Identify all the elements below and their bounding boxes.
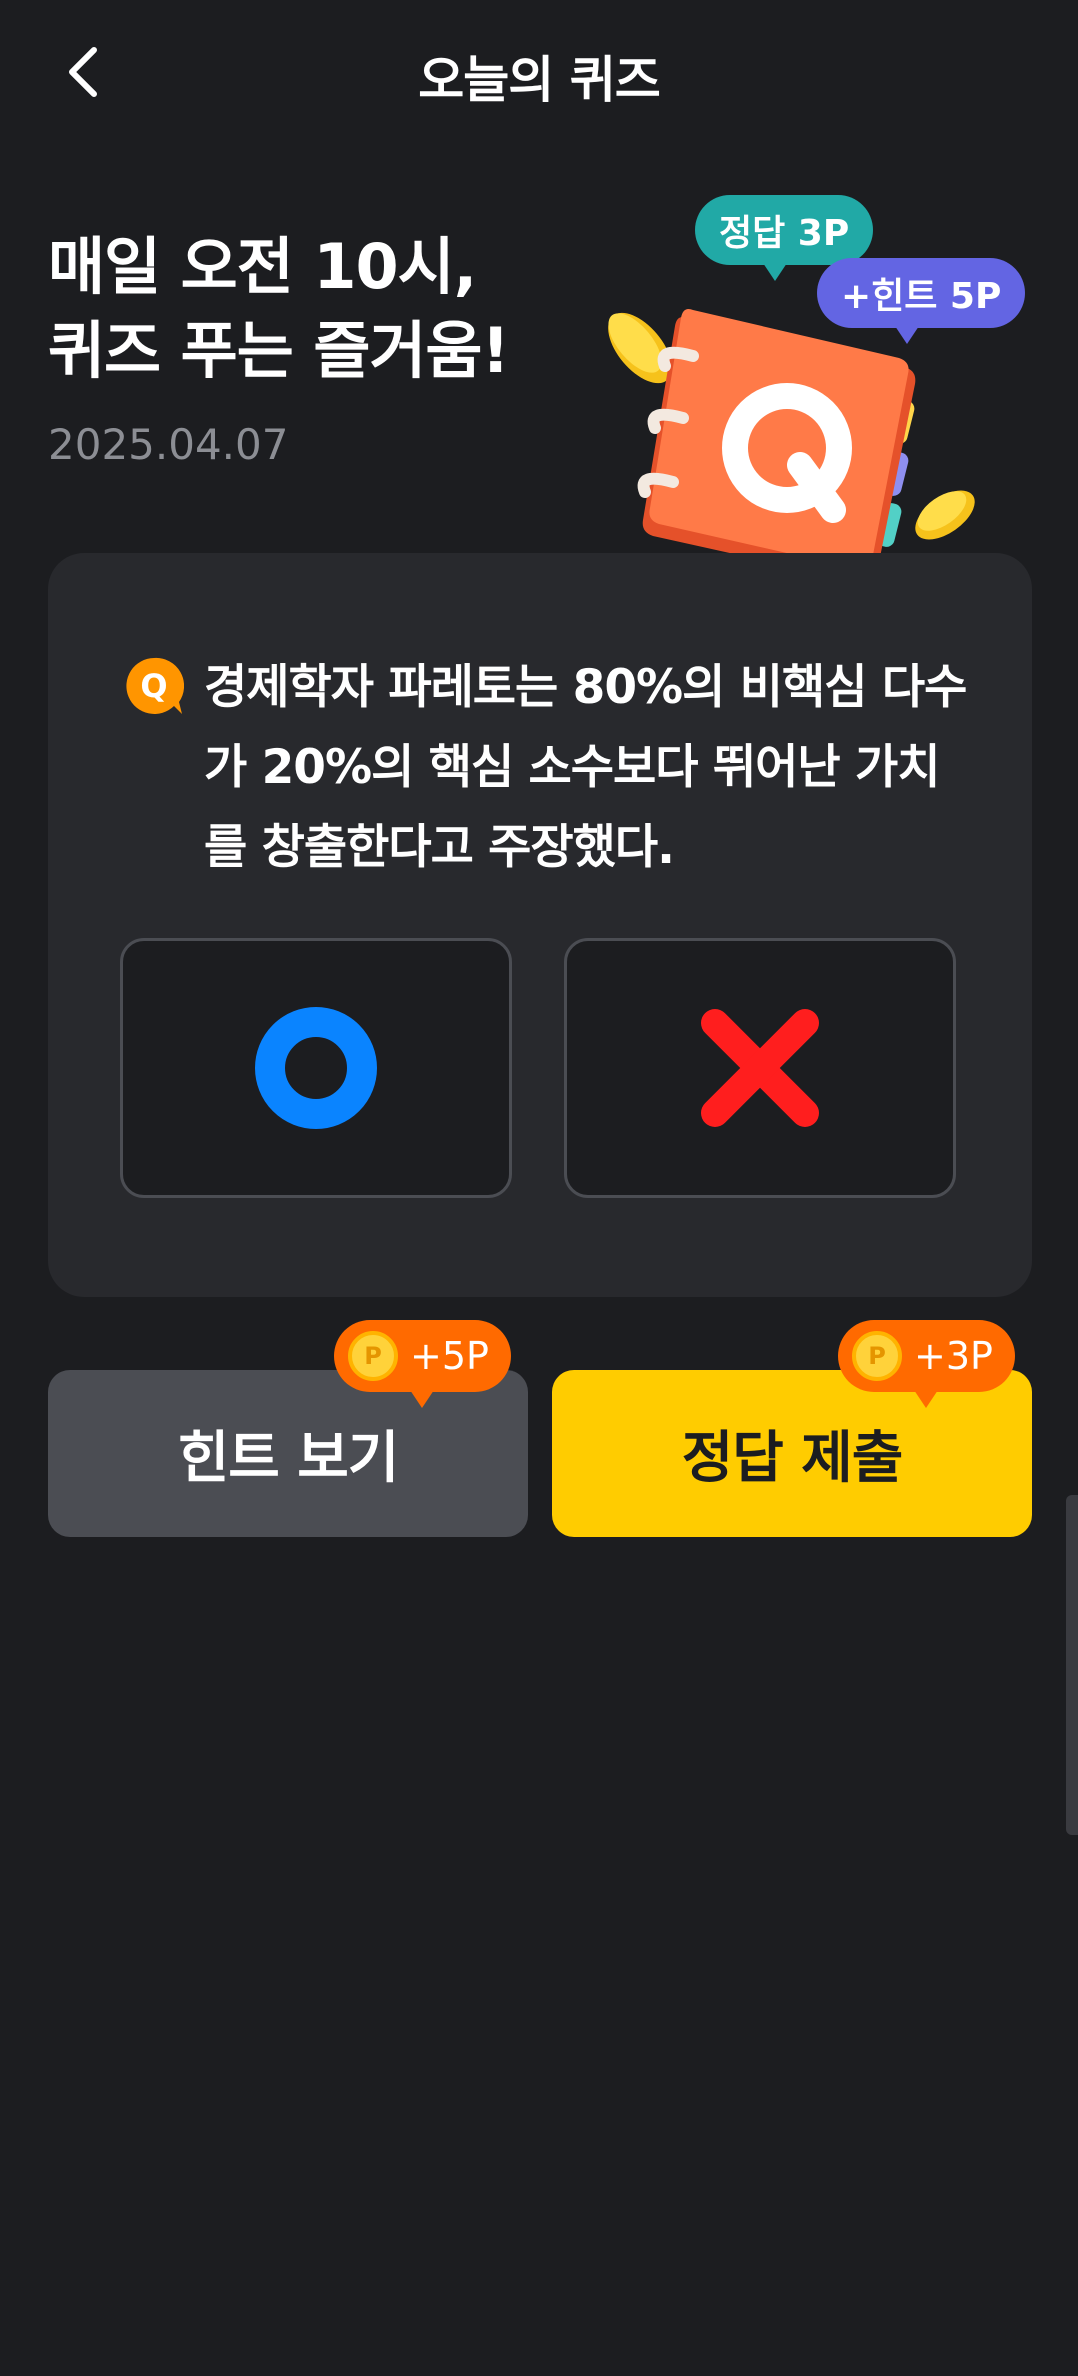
hero-title: 매일 오전 10시, 퀴즈 푸는 즐거움! [48, 225, 608, 393]
cross-x-icon [701, 1009, 819, 1127]
svg-text:Q: Q [140, 667, 167, 705]
question-badge-icon: Q [126, 657, 184, 714]
app-header: 오늘의 퀴즈 [0, 0, 1078, 145]
hint-button-label: 힌트 보기 [177, 1426, 400, 1491]
hero-title-line1: 매일 오전 10시, [48, 230, 477, 303]
submit-reward-badge: P +3P [838, 1320, 1015, 1408]
circle-o-icon [255, 1007, 377, 1129]
scrollbar[interactable] [1066, 1495, 1078, 1835]
question-line: 가 20%의 핵심 소수보다 뛰어난 가치 [204, 740, 940, 795]
hint-button[interactable]: 힌트 보기 [48, 1370, 528, 1537]
quiz-card: Q 경제학자 파레토는 80%의 비핵심 다수 가 20%의 핵심 소수보다 뛰… [48, 553, 1032, 1297]
hint-reward-text: +5P [410, 1334, 489, 1378]
hint-reward-badge: P +5P [334, 1320, 511, 1408]
quiz-date: 2025.04.07 [48, 420, 289, 469]
question-line: 경제학자 파레토는 80%의 비핵심 다수 [204, 660, 967, 715]
hero-title-line2: 퀴즈 푸는 즐거움! [48, 314, 510, 387]
option-o-button[interactable] [120, 938, 512, 1198]
point-coin-icon: P [852, 1331, 902, 1381]
submit-button-label: 정답 제출 [681, 1426, 904, 1491]
question-text: 경제학자 파레토는 80%의 비핵심 다수 가 20%의 핵심 소수보다 뛰어난… [204, 648, 984, 888]
quiz-illustration: 정답 3P +힌트 5P [595, 190, 1035, 610]
question-line: 를 창출한다고 주장했다. [204, 820, 675, 875]
submit-reward-text: +3P [914, 1334, 993, 1378]
option-x-button[interactable] [564, 938, 956, 1198]
answer-points-bubble: 정답 3P [695, 195, 874, 281]
hint-points-bubble: +힌트 5P [817, 258, 1026, 344]
submit-answer-button[interactable]: 정답 제출 [552, 1370, 1032, 1537]
page-title: 오늘의 퀴즈 [418, 51, 660, 109]
point-coin-icon: P [348, 1331, 398, 1381]
